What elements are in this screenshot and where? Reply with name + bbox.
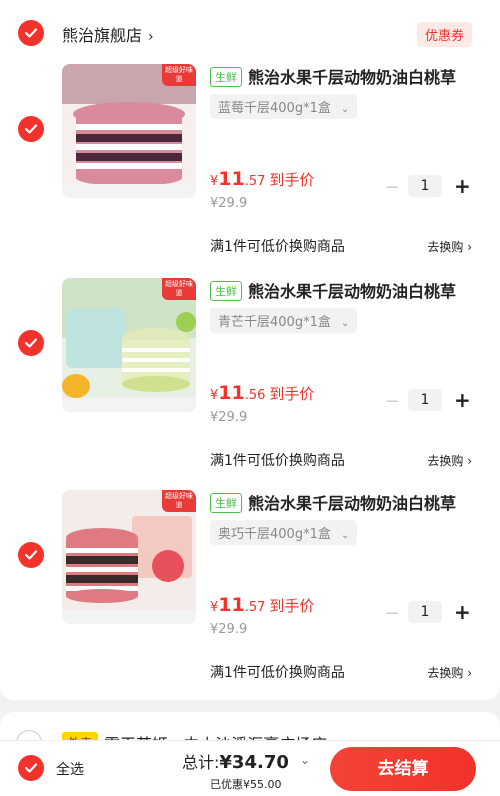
checkout-bar: 全选 总计:¥34.70 ⌄ 已优惠¥55.00 去结算	[0, 740, 500, 796]
spec-selector[interactable]: 奥巧千层400g*1盒 ⌄	[210, 520, 358, 545]
thumb-badge: 超级好味道	[162, 64, 196, 86]
promo-text: 满1件可低价换购商品	[210, 239, 345, 255]
product-thumbnail[interactable]: 超级好味道	[62, 490, 196, 624]
promo-text: 满1件可低价换购商品	[210, 453, 345, 469]
spec-selector[interactable]: 蓝莓千层400g*1盒 ⌄	[210, 94, 358, 119]
exchange-link[interactable]: 去换购 ›	[427, 664, 472, 681]
exchange-link[interactable]: 去换购 ›	[427, 452, 472, 469]
fresh-tag: 生鲜	[210, 493, 242, 513]
check-icon	[24, 550, 38, 560]
decrease-button[interactable]: −	[384, 391, 400, 412]
coupon-button[interactable]: 优惠券	[416, 22, 472, 47]
thumb-badge: 超级好味道	[162, 490, 196, 512]
chevron-down-icon: ⌄	[340, 104, 350, 115]
product-title: 熊治水果千层动物奶油白桃草	[248, 494, 457, 513]
item-select-checkbox[interactable]	[18, 542, 44, 568]
chevron-right-icon: ›	[148, 29, 154, 45]
cart-store-card: 熊治旗舰店 › 优惠券 超级好味道 生鲜 熊治水果千层动物奶油白桃草 蓝莓千层4…	[0, 0, 500, 700]
check-icon	[24, 28, 38, 38]
increase-button[interactable]: +	[454, 174, 471, 198]
fresh-tag: 生鲜	[210, 67, 242, 87]
price: ¥11.56 到手价	[210, 382, 315, 404]
price: ¥11.57 到手价	[210, 168, 315, 190]
exchange-link[interactable]: 去换购 ›	[427, 238, 472, 255]
product-title: 熊治水果千层动物奶油白桃草	[248, 282, 457, 301]
decrease-button[interactable]: −	[384, 603, 400, 624]
product-thumbnail[interactable]: 超级好味道	[62, 278, 196, 412]
chevron-down-icon: ⌄	[340, 318, 350, 329]
total-price: 总计:¥34.70	[182, 752, 289, 773]
cart-item: 超级好味道 生鲜 熊治水果千层动物奶油白桃草 奥巧千层400g*1盒 ⌄ ¥11.5…	[0, 490, 500, 702]
quantity-value[interactable]: 1	[408, 175, 442, 197]
product-title: 熊治水果千层动物奶油白桃草	[248, 68, 457, 87]
quantity-stepper: − 1 +	[384, 600, 474, 626]
saved-amount: 已优惠¥55.00	[210, 778, 282, 791]
cart-item: 超级好味道 生鲜 熊治水果千层动物奶油白桃草 青芒千层400g*1盒 ⌄ ¥11.5…	[0, 278, 500, 490]
product-title-row[interactable]: 生鲜 熊治水果千层动物奶油白桃草	[210, 490, 480, 513]
chevron-down-icon: ⌄	[340, 530, 350, 541]
check-icon	[24, 338, 38, 348]
original-price: ¥29.9	[210, 410, 248, 425]
select-all-label[interactable]: 全选	[56, 759, 84, 779]
check-icon	[24, 763, 38, 773]
check-icon	[24, 124, 38, 134]
quantity-value[interactable]: 1	[408, 601, 442, 623]
product-title-row[interactable]: 生鲜 熊治水果千层动物奶油白桃草	[210, 278, 480, 301]
quantity-stepper: − 1 +	[384, 174, 474, 200]
fresh-tag: 生鲜	[210, 281, 242, 301]
original-price: ¥29.9	[210, 622, 248, 637]
store-header[interactable]: 熊治旗舰店 › 优惠券	[0, 14, 500, 54]
increase-button[interactable]: +	[454, 600, 471, 624]
item-select-checkbox[interactable]	[18, 116, 44, 142]
decrease-button[interactable]: −	[384, 177, 400, 198]
thumb-badge: 超级好味道	[162, 278, 196, 300]
store-select-checkbox[interactable]	[18, 20, 44, 46]
checkout-button[interactable]: 去结算	[330, 747, 476, 791]
quantity-value[interactable]: 1	[408, 389, 442, 411]
product-title-row[interactable]: 生鲜 熊治水果千层动物奶油白桃草	[210, 64, 480, 87]
original-price: ¥29.9	[210, 196, 248, 211]
product-thumbnail[interactable]: 超级好味道	[62, 64, 196, 198]
price: ¥11.57 到手价	[210, 594, 315, 616]
chevron-down-icon[interactable]: ⌄	[300, 753, 310, 767]
store-name[interactable]: 熊治旗舰店 ›	[62, 22, 154, 46]
item-select-checkbox[interactable]	[18, 330, 44, 356]
select-all-checkbox[interactable]	[18, 755, 44, 781]
spec-selector[interactable]: 青芒千层400g*1盒 ⌄	[210, 308, 358, 333]
promo-text: 满1件可低价换购商品	[210, 665, 345, 681]
cart-item: 超级好味道 生鲜 熊治水果千层动物奶油白桃草 蓝莓千层400g*1盒 ⌄ ¥11.5…	[0, 64, 500, 276]
increase-button[interactable]: +	[454, 388, 471, 412]
quantity-stepper: − 1 +	[384, 388, 474, 414]
